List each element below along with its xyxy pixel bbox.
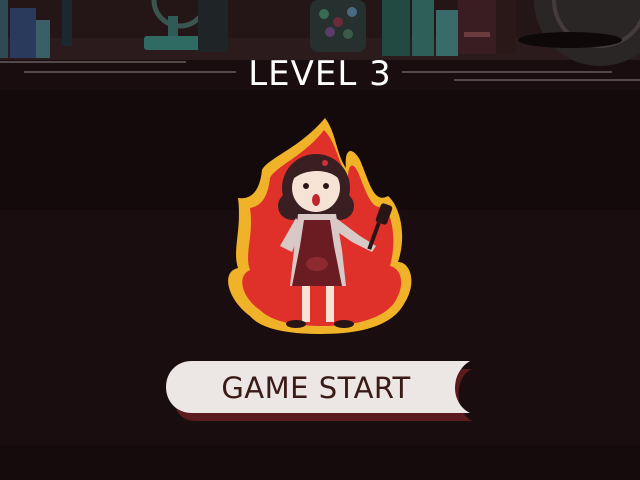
- game-start-label: GAME START: [221, 371, 411, 405]
- level-title: LEVEL 3: [248, 54, 392, 94]
- candy-jar-icon: [310, 0, 366, 52]
- floor-band: [0, 445, 640, 480]
- game-start-button[interactable]: GAME START: [166, 361, 472, 421]
